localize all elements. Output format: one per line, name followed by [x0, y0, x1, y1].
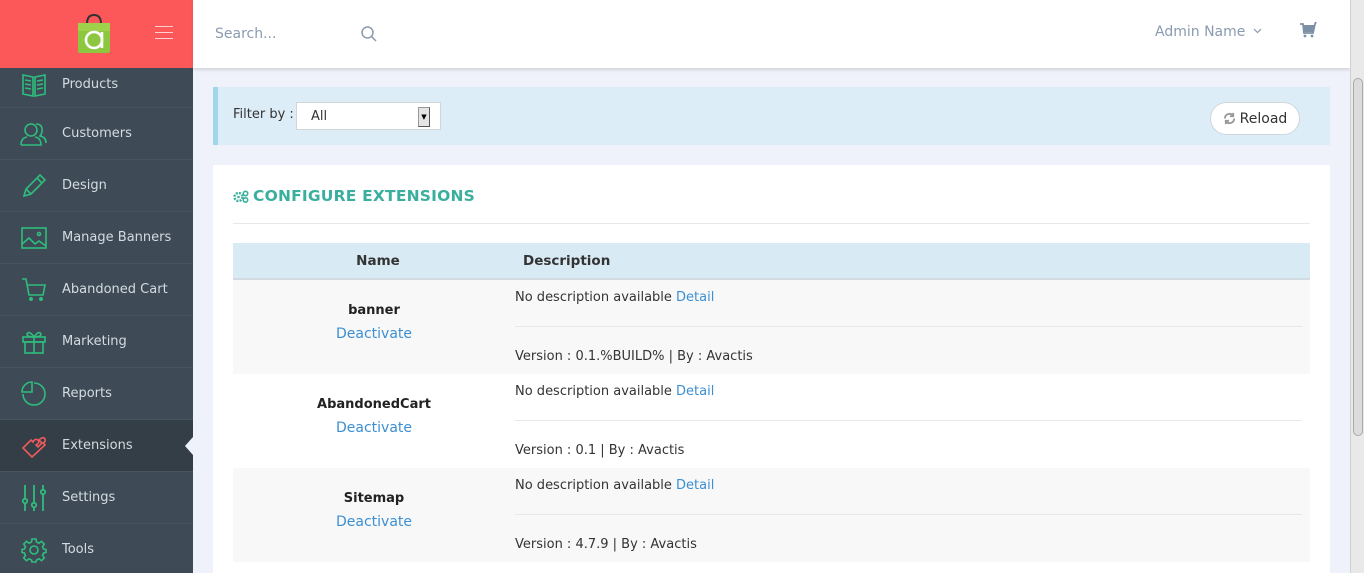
cart-icon [20, 276, 48, 304]
dropdown-arrow-icon[interactable]: ▼ [418, 107, 430, 127]
users-icon [20, 120, 48, 148]
sliders-icon [20, 484, 48, 512]
active-indicator [185, 437, 193, 455]
deactivate-link[interactable]: Deactivate [336, 514, 412, 530]
panel-title: CONFIGURE EXTENSIONS [233, 187, 475, 205]
detail-link[interactable]: Detail [676, 384, 714, 399]
sidebar-item-label: Products [62, 77, 119, 92]
description: No description available [515, 384, 672, 399]
image-icon [20, 224, 48, 252]
reload-button[interactable]: Reload [1210, 102, 1300, 135]
extension-name: banner [348, 303, 400, 318]
menu-toggle-icon[interactable] [155, 26, 173, 40]
description: No description available [515, 290, 672, 305]
sidebar-item-label: Settings [62, 490, 116, 505]
shopping-cart-icon[interactable] [1299, 21, 1317, 39]
description-text: No description available Detail [515, 290, 714, 305]
pie-chart-icon [20, 380, 48, 408]
column-header-description: Description [523, 252, 611, 269]
sidebar-item-label: Tools [62, 542, 95, 557]
description-text: No description available Detail [515, 384, 714, 399]
reload-label: Reload [1239, 110, 1288, 127]
table-row: Sitemap Deactivate No description availa… [233, 468, 1310, 562]
book-icon [20, 71, 48, 99]
sidebar-item-label: Customers [62, 126, 132, 141]
sidebar-item-label: Design [62, 178, 107, 193]
sidebar-item-abandoned-cart[interactable]: Abandoned Cart [0, 264, 193, 316]
extension-name: Sitemap [343, 491, 405, 506]
description: No description available [515, 478, 672, 493]
divider [515, 514, 1302, 515]
name-cell: banner Deactivate [233, 280, 515, 374]
sidebar-item-manage-banners[interactable]: Manage Banners [0, 212, 193, 264]
sidebar-item-label: Manage Banners [62, 230, 172, 245]
table-row: AbandonedCart Deactivate No description … [233, 374, 1310, 468]
search-input[interactable] [215, 22, 355, 46]
sidebar-nav: Products Customers Design Manage Banners… [0, 62, 193, 573]
detail-link[interactable]: Detail [676, 290, 714, 305]
divider [515, 326, 1302, 327]
filter-selected-value: All [311, 109, 328, 124]
version-info: Version : 0.1 | By : Avactis [515, 443, 685, 458]
divider [515, 420, 1302, 421]
detail-link[interactable]: Detail [676, 478, 714, 493]
chevron-down-icon [1253, 27, 1262, 37]
description-cell: No description available Detail Version … [515, 280, 1310, 374]
refresh-icon [1223, 112, 1235, 125]
topbar: Admin Name [193, 0, 1350, 68]
logo-bag-icon[interactable] [76, 12, 112, 54]
gift-icon [20, 328, 48, 356]
name-cell: AbandonedCart Deactivate [233, 374, 515, 468]
column-header-name: Name [356, 252, 400, 269]
sidebar-item-reports[interactable]: Reports [0, 368, 193, 420]
sidebar-item-tools[interactable]: Tools [0, 524, 193, 573]
filter-select[interactable]: All ▼ [296, 102, 441, 130]
page-scrollbar[interactable] [1350, 0, 1364, 573]
admin-name: Admin Name [1155, 24, 1246, 40]
name-cell: Sitemap Deactivate [233, 468, 515, 562]
logo-bar [0, 0, 193, 68]
description-text: No description available Detail [515, 478, 714, 493]
sidebar-item-customers[interactable]: Customers [0, 108, 193, 160]
table-header: Name Description [233, 243, 1310, 280]
gear-icon [20, 536, 48, 564]
panel-title-text: CONFIGURE EXTENSIONS [253, 187, 476, 205]
puzzle-icon [20, 432, 48, 460]
sidebar-item-marketing[interactable]: Marketing [0, 316, 193, 368]
search-icon[interactable] [360, 25, 378, 43]
filter-bar: Filter by : All ▼ Reload [213, 87, 1330, 145]
divider [233, 223, 1310, 224]
description-cell: No description available Detail Version … [515, 468, 1310, 562]
scrollbar-thumb[interactable] [1353, 78, 1363, 436]
sidebar-item-label: Reports [62, 386, 112, 401]
filter-label: Filter by : [233, 107, 294, 122]
deactivate-link[interactable]: Deactivate [336, 326, 412, 342]
sidebar-item-settings[interactable]: Settings [0, 472, 193, 524]
gears-icon [233, 189, 249, 203]
pencil-icon [20, 172, 48, 200]
sidebar-item-label: Extensions [62, 438, 133, 453]
admin-menu[interactable]: Admin Name [1155, 24, 1262, 40]
sidebar-item-label: Abandoned Cart [62, 282, 168, 297]
extensions-table: Name Description banner Deactivate No de… [233, 243, 1310, 562]
extension-name: AbandonedCart [317, 397, 431, 412]
sidebar-item-label: Marketing [62, 334, 127, 349]
version-info: Version : 0.1.%BUILD% | By : Avactis [515, 349, 753, 364]
sidebar: Products Customers Design Manage Banners… [0, 0, 193, 573]
description-cell: No description available Detail Version … [515, 374, 1310, 468]
version-info: Version : 4.7.9 | By : Avactis [515, 537, 697, 552]
table-row: banner Deactivate No description availab… [233, 280, 1310, 374]
sidebar-item-products[interactable]: Products [0, 62, 193, 108]
deactivate-link[interactable]: Deactivate [336, 420, 412, 436]
sidebar-item-extensions[interactable]: Extensions [0, 420, 193, 472]
sidebar-item-design[interactable]: Design [0, 160, 193, 212]
configure-extensions-panel: CONFIGURE EXTENSIONS Name Description ba… [213, 165, 1330, 573]
